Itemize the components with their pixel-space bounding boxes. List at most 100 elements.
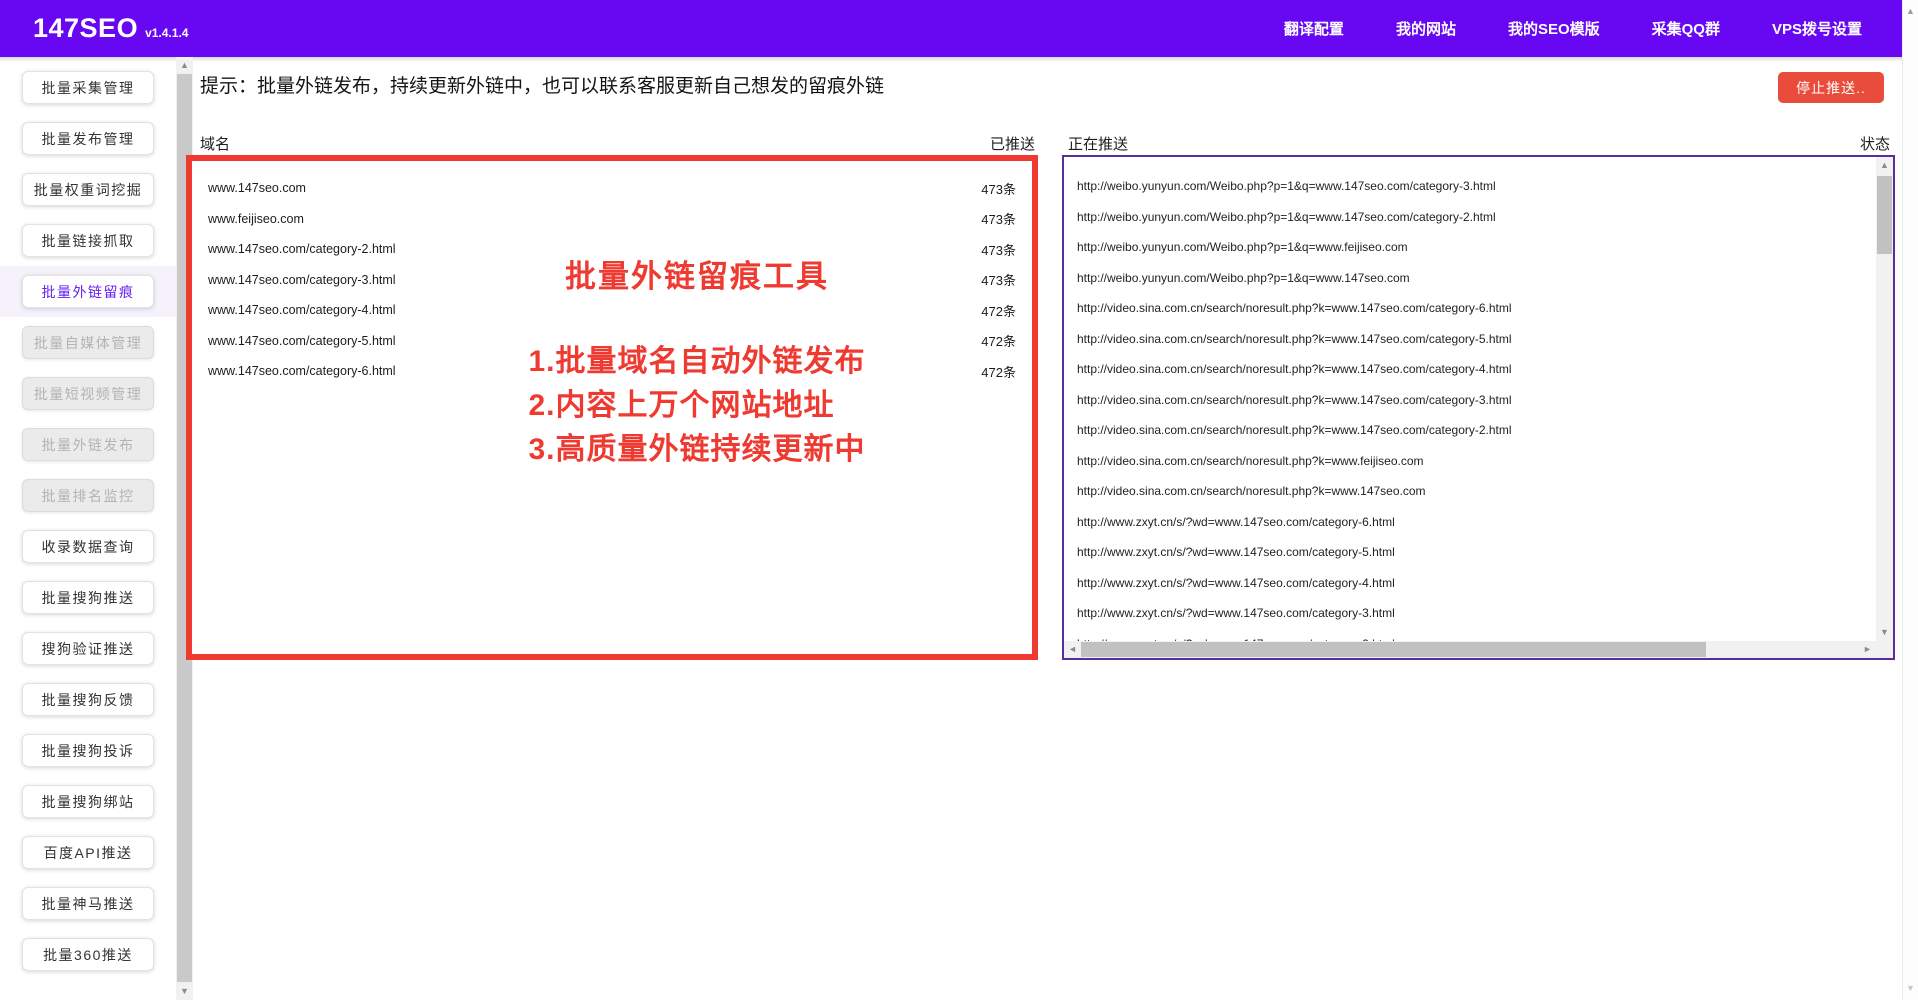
domain-row[interactable]: www.147seo.com/category-4.html 472条	[192, 295, 1032, 326]
sidebar-item[interactable]: 批量360推送	[22, 938, 154, 971]
pushed-count: 472条	[981, 301, 1016, 320]
sidebar-item-row: 百度API推送	[0, 827, 176, 878]
domain-row[interactable]: www.147seo.com/category-2.html 473条	[192, 234, 1032, 265]
pushing-url-row[interactable]: http://www.zxyt.cn/s/?wd=www.147seo.com/…	[1064, 598, 1876, 629]
panel-hscrollbar-thumb[interactable]	[1081, 642, 1706, 657]
domain-name: www.147seo.com	[208, 181, 306, 195]
sidebar-item-row: 批量搜狗反馈	[0, 674, 176, 725]
pushing-url-row[interactable]: http://video.sina.com.cn/search/noresult…	[1064, 476, 1876, 507]
nav-item[interactable]: 我的SEO模版	[1508, 18, 1600, 39]
sidebar-item-row: 批量短视频管理	[0, 368, 176, 419]
pushing-url-row[interactable]: http://weibo.yunyun.com/Weibo.php?p=1&q=…	[1064, 232, 1876, 263]
domain-row[interactable]: www.147seo.com/category-5.html 472条	[192, 326, 1032, 357]
sidebar-item[interactable]: 收录数据查询	[22, 530, 154, 563]
pushing-url-row[interactable]: http://weibo.yunyun.com/Weibo.php?p=1&q=…	[1064, 171, 1876, 202]
sidebar-item[interactable]: 批量搜狗绑站	[22, 785, 154, 818]
pushed-count: 473条	[981, 240, 1016, 259]
sidebar-item-row: 搜狗验证推送	[0, 623, 176, 674]
pushing-panel: http://weibo.yunyun.com/Weibo.php?p=1&q=…	[1062, 155, 1895, 660]
scroll-right-icon[interactable]: ►	[1859, 641, 1876, 658]
sidebar-item[interactable]: 批量发布管理	[22, 122, 154, 155]
sidebar-item[interactable]: 批量链接抓取	[22, 224, 154, 257]
domain-name: www.feijiseo.com	[208, 212, 304, 226]
sidebar-item[interactable]: 批量搜狗推送	[22, 581, 154, 614]
header-shadow	[0, 57, 1902, 62]
domains-panel: www.147seo.com 473条 www.feijiseo.com 473…	[186, 155, 1038, 660]
stop-push-button[interactable]: 停止推送..	[1778, 72, 1884, 103]
status-column-header: 状态	[1790, 133, 1890, 154]
sidebar-item-row: 批量360推送	[0, 929, 176, 980]
sidebar-item-row: 批量权重词挖掘	[0, 164, 176, 215]
nav-item[interactable]: 采集QQ群	[1652, 18, 1720, 39]
sidebar-item-row: 批量排名监控	[0, 470, 176, 521]
nav-item[interactable]: 我的网站	[1396, 18, 1456, 39]
pushing-url-row[interactable]: http://weibo.yunyun.com/Weibo.php?p=1&q=…	[1064, 202, 1876, 233]
scroll-down-icon[interactable]: ▼	[1902, 980, 1918, 997]
domain-row[interactable]: www.feijiseo.com 473条	[192, 204, 1032, 235]
sidebar-item[interactable]: 百度API推送	[22, 836, 154, 869]
domain-name: www.147seo.com/category-3.html	[208, 273, 396, 287]
nav-item[interactable]: VPS拨号设置	[1772, 18, 1862, 39]
top-nav: 翻译配置 我的网站 我的SEO模版 采集QQ群 VPS拨号设置	[1284, 18, 1862, 39]
sidebar-item[interactable]: 搜狗验证推送	[22, 632, 154, 665]
pushed-count: 473条	[981, 270, 1016, 289]
sidebar: 批量采集管理 批量发布管理 批量权重词挖掘 批量链接抓取 批量外链留痕 批量自媒…	[0, 57, 176, 1000]
sidebar-item-row: 批量外链留痕	[0, 266, 176, 317]
pushing-url-row[interactable]: http://video.sina.com.cn/search/noresult…	[1064, 446, 1876, 477]
sidebar-item-row: 批量搜狗投诉	[0, 725, 176, 776]
sidebar-item-row: 批量搜狗推送	[0, 572, 176, 623]
pushed-count: 472条	[981, 331, 1016, 350]
domain-name: www.147seo.com/category-5.html	[208, 334, 396, 348]
sidebar-item-row: 批量自媒体管理	[0, 317, 176, 368]
logo-group: 147SEO v1.4.1.4	[33, 13, 188, 44]
panel-horizontal-scrollbar[interactable]: ◄ ►	[1064, 641, 1876, 658]
domain-row[interactable]: www.147seo.com 473条	[192, 173, 1032, 204]
app-header: 147SEO v1.4.1.4 翻译配置 我的网站 我的SEO模版 采集QQ群 …	[0, 0, 1902, 57]
domain-row[interactable]: www.147seo.com/category-6.html 472条	[192, 356, 1032, 387]
pushing-url-row[interactable]: http://video.sina.com.cn/search/noresult…	[1064, 354, 1876, 385]
sidebar-item[interactable]: 批量权重词挖掘	[22, 173, 154, 206]
app-version: v1.4.1.4	[145, 26, 188, 40]
domain-row[interactable]: www.147seo.com/category-3.html 473条	[192, 265, 1032, 296]
sidebar-item[interactable]: 批量外链留痕	[22, 275, 154, 308]
pushing-url-row[interactable]: http://video.sina.com.cn/search/noresult…	[1064, 293, 1876, 324]
sidebar-item[interactable]: 批量短视频管理	[22, 377, 154, 410]
sidebar-item[interactable]: 批量搜狗反馈	[22, 683, 154, 716]
pushing-url-row[interactable]: http://www.zxyt.cn/s/?wd=www.147seo.com/…	[1064, 568, 1876, 599]
sidebar-item[interactable]: 批量自媒体管理	[22, 326, 154, 359]
scroll-down-icon[interactable]: ▼	[1876, 624, 1893, 641]
sidebar-item[interactable]: 批量搜狗投诉	[22, 734, 154, 767]
sidebar-item[interactable]: 批量外链发布	[22, 428, 154, 461]
sidebar-item-row: 批量采集管理	[0, 62, 176, 113]
sidebar-item[interactable]: 批量神马推送	[22, 887, 154, 920]
scroll-up-icon[interactable]: ▲	[1876, 157, 1893, 174]
domain-name: www.147seo.com/category-4.html	[208, 303, 396, 317]
pushed-count: 472条	[981, 362, 1016, 381]
pushing-url-row[interactable]: http://video.sina.com.cn/search/noresult…	[1064, 415, 1876, 446]
scroll-up-icon[interactable]: ▲	[1902, 3, 1918, 20]
scrollbar-corner	[1876, 641, 1893, 658]
scroll-up-icon[interactable]: ▲	[176, 57, 193, 74]
app-window: 147SEO v1.4.1.4 翻译配置 我的网站 我的SEO模版 采集QQ群 …	[0, 0, 1918, 1000]
scroll-left-icon[interactable]: ◄	[1064, 641, 1081, 658]
page-scrollbar[interactable]: ▲ ▼	[1902, 0, 1918, 1000]
sidebar-item-row: 批量发布管理	[0, 113, 176, 164]
pushing-url-row[interactable]: http://www.zxyt.cn/s/?wd=www.147seo.com/…	[1064, 507, 1876, 538]
pushed-count: 473条	[981, 209, 1016, 228]
sidebar-item-row: 批量搜狗绑站	[0, 776, 176, 827]
panel-vscrollbar-thumb[interactable]	[1877, 176, 1892, 254]
sidebar-item[interactable]: 批量排名监控	[22, 479, 154, 512]
pushing-url-row[interactable]: http://weibo.yunyun.com/Weibo.php?p=1&q=…	[1064, 263, 1876, 294]
sidebar-item[interactable]: 批量采集管理	[22, 71, 154, 104]
nav-item[interactable]: 翻译配置	[1284, 18, 1344, 39]
sidebar-item-row: 收录数据查询	[0, 521, 176, 572]
pushing-url-row[interactable]: http://www.zxyt.cn/s/?wd=www.147seo.com/…	[1064, 537, 1876, 568]
panel-vertical-scrollbar[interactable]: ▲ ▼	[1876, 157, 1893, 641]
domain-name: www.147seo.com/category-2.html	[208, 242, 396, 256]
scroll-down-icon[interactable]: ▼	[176, 983, 193, 1000]
pushing-url-row[interactable]: http://video.sina.com.cn/search/noresult…	[1064, 385, 1876, 416]
app-logo: 147SEO	[33, 13, 138, 44]
pushing-url-row[interactable]: http://video.sina.com.cn/search/noresult…	[1064, 324, 1876, 355]
domains-column-header: 域名	[200, 133, 230, 154]
tip-text: 提示：批量外链发布，持续更新外链中，也可以联系客服更新自己想发的留痕外链	[200, 71, 884, 98]
